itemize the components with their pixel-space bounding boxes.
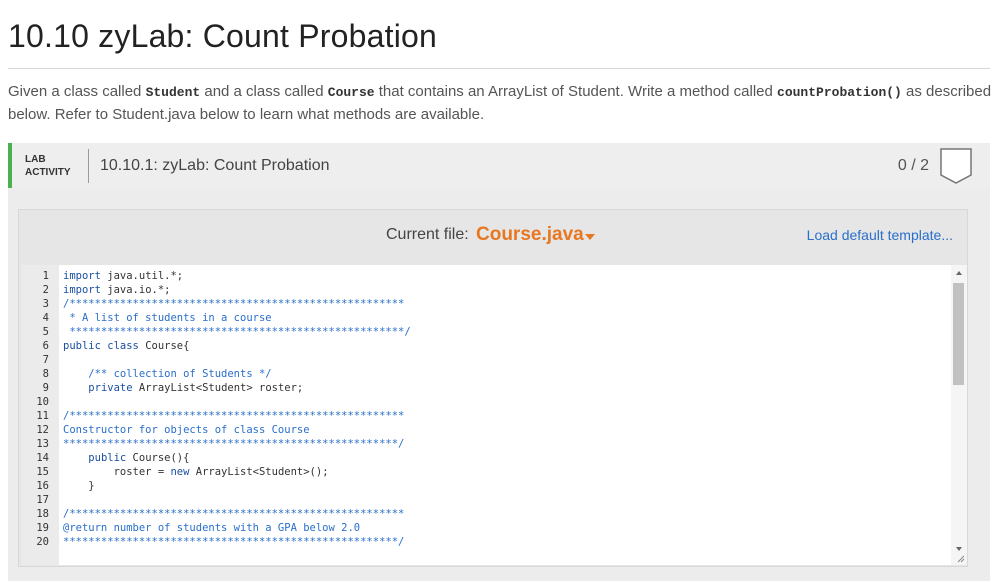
code-line: 19 @return number of students with a GPA …: [21, 521, 946, 535]
lab-label-line2: ACTIVITY: [25, 167, 71, 178]
description-code-course: Course: [327, 85, 375, 100]
code-text: /** collection of Students */: [63, 368, 272, 380]
description-code-method: countProbation(): [777, 85, 902, 100]
page-title: 10.10 zyLab: Count Probation: [8, 18, 438, 54]
code-line: 6 public class Course{: [21, 339, 946, 353]
lab-description: Given a class called Student and a class…: [8, 81, 993, 126]
editor-scrollbar[interactable]: [951, 265, 967, 565]
code-line: 5 **************************************…: [21, 325, 946, 339]
code-lines: 1 import java.util.*; 2 import java.io.*; 3 /…: [21, 269, 946, 549]
code-line: 2 import java.io.*;: [21, 283, 946, 297]
code-line: 7: [21, 353, 946, 367]
code-line: 3 /**************************************…: [21, 297, 946, 311]
lab-label-line1: LAB: [25, 154, 46, 165]
line-number: 19: [36, 522, 49, 534]
code-line: 16 }: [21, 479, 946, 493]
code-line: 14 public Course(){: [21, 451, 946, 465]
code-line: 18 /*************************************…: [21, 507, 946, 521]
lab-score: 0 / 2: [897, 157, 929, 174]
lab-activity-panel: LAB ACTIVITY 10.10.1: zyLab: Count Proba…: [8, 143, 990, 581]
code-text: }: [63, 480, 95, 492]
scrollbar-thumb[interactable]: [953, 283, 964, 385]
code-text: Constructor for objects of class Course: [63, 424, 310, 436]
description-text-3: that contains an ArrayList of Student. W…: [374, 83, 778, 100]
code-text: /***************************************…: [63, 410, 405, 422]
code-line: 9 private ArrayList<Student> roster;: [21, 381, 946, 395]
score-badge-icon: [940, 148, 972, 184]
code-text: import java.util.*;: [63, 270, 184, 282]
line-number: 3: [42, 298, 49, 310]
current-file-label: Current file:: [386, 226, 469, 243]
line-number: 6: [42, 340, 49, 352]
line-number: 10: [36, 396, 49, 408]
scroll-down-icon[interactable]: [956, 547, 962, 551]
code-editor-card: Current file: Course.java Load default t…: [18, 209, 968, 567]
line-number: 16: [36, 480, 49, 492]
code-text: ****************************************…: [63, 536, 405, 548]
line-number: 9: [42, 382, 49, 394]
lab-activity-label: LAB ACTIVITY: [25, 153, 71, 179]
line-number: 2: [42, 284, 49, 296]
description-text-2: and a class called: [200, 83, 328, 100]
code-line: 17: [21, 493, 946, 507]
description-code-student: Student: [145, 85, 201, 100]
description-text-1: Given a class called: [8, 83, 146, 100]
line-number: 5: [42, 326, 49, 338]
code-text: private ArrayList<Student> roster;: [88, 382, 304, 394]
chevron-down-icon[interactable]: [585, 234, 595, 240]
line-number: 18: [36, 508, 49, 520]
line-number: 15: [36, 466, 49, 478]
code-line: 1 import java.util.*;: [21, 269, 946, 283]
line-number: 14: [36, 452, 49, 464]
title-divider: [8, 68, 990, 69]
code-editor[interactable]: 1 import java.util.*; 2 import java.io.*; 3 /…: [21, 265, 967, 565]
code-text: ****************************************…: [63, 326, 411, 338]
code-text: roster = new ArrayList<Student>();: [63, 466, 329, 478]
line-number: 8: [42, 368, 49, 380]
line-number: 1: [42, 270, 49, 282]
line-number: 12: [36, 424, 49, 436]
lab-activity-name: 10.10.1: zyLab: Count Probation: [100, 157, 330, 174]
code-text: import java.io.*;: [63, 284, 171, 296]
code-text: * A list of students in a course: [63, 312, 272, 324]
code-line: 10: [21, 395, 946, 409]
code-text: /***************************************…: [63, 508, 405, 520]
lab-activity-header: LAB ACTIVITY 10.10.1: zyLab: Count Proba…: [8, 143, 990, 188]
scroll-up-icon[interactable]: [956, 271, 962, 275]
code-line: 4 * A list of students in a course: [21, 311, 946, 325]
code-line: 20 **************************************…: [21, 535, 946, 549]
code-text: ****************************************…: [63, 438, 405, 450]
line-number: 17: [36, 494, 49, 506]
code-line: 11 /*************************************…: [21, 409, 946, 423]
code-line: 12 Constructor for objects of class Cours…: [21, 423, 946, 437]
lab-header-divider: [88, 149, 89, 183]
current-file-dropdown[interactable]: Course.java: [476, 224, 584, 246]
code-text: public class Course{: [63, 340, 190, 352]
line-number: 4: [42, 312, 49, 324]
line-number: 13: [36, 438, 49, 450]
resize-grip-icon[interactable]: [957, 555, 965, 563]
code-line: 15 roster = new ArrayList<Student>();: [21, 465, 946, 479]
load-default-template-link[interactable]: Load default template...: [807, 227, 953, 243]
line-number: 11: [36, 410, 49, 422]
code-text: @return number of students with a GPA be…: [63, 522, 361, 534]
line-number: 20: [36, 536, 49, 548]
code-line: 13 **************************************…: [21, 437, 946, 451]
code-text: public Course(){: [88, 452, 190, 464]
code-line: 8 /** collection of Students */: [21, 367, 946, 381]
code-text: /***************************************…: [63, 298, 405, 310]
line-number: 7: [42, 354, 49, 366]
